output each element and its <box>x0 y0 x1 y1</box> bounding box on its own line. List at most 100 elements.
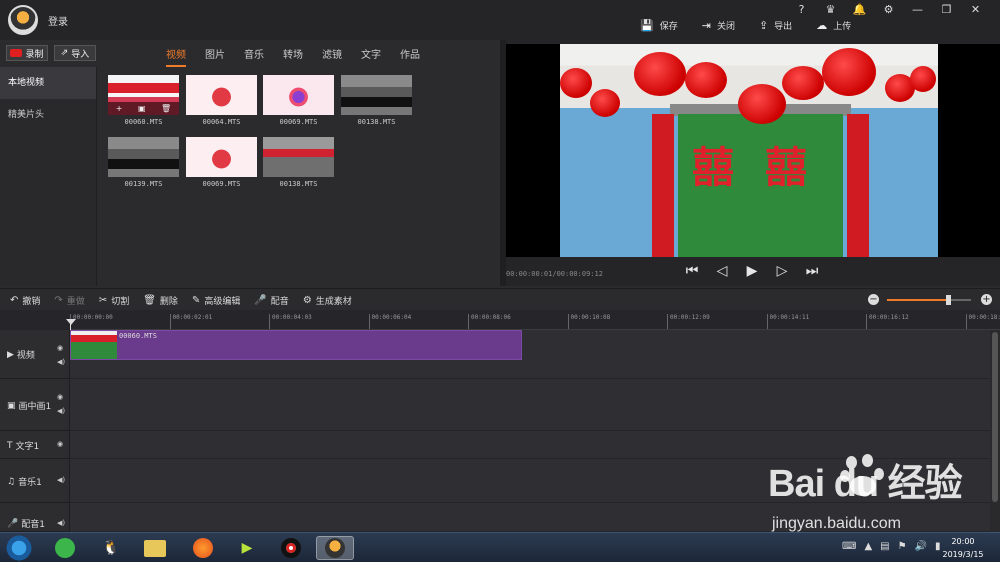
vip-icon[interactable]: ♛ <box>816 2 845 18</box>
zoom-in-icon[interactable]: + <box>981 294 992 305</box>
taskbar-app-360-icon[interactable] <box>46 536 84 560</box>
taskbar-app-recorder-icon[interactable] <box>272 536 310 560</box>
save-icon: 💾 <box>640 19 654 32</box>
paw-icon <box>840 454 886 498</box>
ruler-tick: 00:00:14:11 <box>766 314 809 329</box>
lantern <box>910 66 936 92</box>
tab-transition[interactable]: 转场 <box>283 46 303 67</box>
timeline-toolbar: ↶ 撤销 ↷ 重做 ✂ 切割 🗑 删除 ✎ 高级编辑 🎤 配音 ⚙ 生成素材 − + <box>0 288 1000 310</box>
generate-material-button[interactable]: ⚙ 生成素材 <box>303 294 352 307</box>
transport-controls: ⏮ ◁ ▶ ▷ ⏭ <box>684 263 834 279</box>
zoom-knob[interactable] <box>946 295 951 305</box>
video-lane[interactable]: 00060.MTS <box>70 330 990 379</box>
add-icon[interactable]: + <box>116 104 123 113</box>
step-forward-icon[interactable]: ▷ <box>774 263 790 279</box>
lantern <box>782 66 824 100</box>
timeline-scrollbar[interactable] <box>990 330 1000 532</box>
minimize-icon[interactable]: — <box>903 2 932 18</box>
undo-button[interactable]: ↶ 撤销 <box>10 294 40 307</box>
video-editor-window: 登录 ? ♛ 🔔 ⚙ — ❐ ✕ 💾 保存 ⇥ 关闭 ⇪ 导出 ☁ 上传 录制 ⇗ 导入 … <box>0 0 1000 562</box>
pip-icon[interactable]: ▣ <box>138 104 146 113</box>
play-icon[interactable]: ▶ <box>744 263 760 279</box>
tab-image[interactable]: 图片 <box>205 46 225 67</box>
flag-icon[interactable]: ⚑ <box>898 541 907 552</box>
close-window-icon[interactable]: ✕ <box>961 2 990 18</box>
eye-icon[interactable]: ◉ <box>57 440 63 448</box>
pip-lane[interactable] <box>70 379 990 431</box>
volume-icon[interactable]: ◀) <box>57 519 65 527</box>
tab-filter[interactable]: 滤镜 <box>322 46 342 67</box>
maximize-icon[interactable]: ❐ <box>932 2 961 18</box>
tab-text[interactable]: 文字 <box>361 46 381 67</box>
help-icon[interactable]: ? <box>787 2 816 18</box>
media-thumbnail[interactable]: 00138.MTS <box>263 137 334 188</box>
login-link[interactable]: 登录 <box>48 13 68 28</box>
advanced-edit-button[interactable]: ✎ 高级编辑 <box>192 294 240 307</box>
tab-works[interactable]: 作品 <box>400 46 420 67</box>
cut-button[interactable]: ✂ 切割 <box>99 294 129 307</box>
settings-icon[interactable]: ⚙ <box>874 2 903 18</box>
import-icon: ⇗ <box>60 48 69 58</box>
upload-button[interactable]: ☁ 上传 <box>816 19 851 32</box>
zoom-out-icon[interactable]: − <box>868 294 879 305</box>
preview-screen[interactable]: 囍 囍 <box>506 44 1000 257</box>
zoom-track[interactable] <box>887 295 971 305</box>
keyboard-icon[interactable]: ⌨ <box>842 541 856 552</box>
eye-icon[interactable]: ◉ <box>57 393 63 401</box>
step-back-icon[interactable]: ◁ <box>714 263 730 279</box>
tab-music[interactable]: 音乐 <box>244 46 264 67</box>
import-button[interactable]: ⇗ 导入 <box>54 45 96 61</box>
thumbnail-caption: 00060.MTS <box>124 118 163 126</box>
tray-up-icon[interactable]: ▲ <box>864 541 872 552</box>
speaker-icon[interactable]: 🔊 <box>915 541 927 552</box>
media-thumbnail[interactable]: 00138.MTS <box>341 75 412 126</box>
delete-button[interactable]: 🗑 删除 <box>143 294 178 307</box>
export-button[interactable]: ⇪ 导出 <box>759 19 792 32</box>
volume-icon[interactable]: ◀) <box>57 358 65 366</box>
notification-icon[interactable]: 🔔 <box>845 2 874 18</box>
sidebar-item-local-video[interactable]: 本地视频 <box>0 67 96 99</box>
playhead-handle[interactable] <box>66 319 76 325</box>
lantern <box>685 62 727 98</box>
trash-icon[interactable]: 🗑 <box>161 104 171 113</box>
window-controls: ? ♛ 🔔 ⚙ — ❐ ✕ <box>787 2 990 18</box>
thumbnail-caption: 00138.MTS <box>357 118 396 126</box>
skip-end-icon[interactable]: ⏭ <box>804 263 820 279</box>
start-button[interactable] <box>4 534 34 562</box>
system-clock[interactable]: 20:00 2019/3/15 <box>938 535 988 561</box>
timeline-ruler[interactable]: 00:00:00:00 00:00:02:01 00:00:04:03 00:00:0… <box>70 310 1000 330</box>
taskbar-app-qq-icon[interactable]: 🐧 <box>92 536 130 560</box>
dubbing-button[interactable]: 🎤 配音 <box>254 294 288 307</box>
close-project-button[interactable]: ⇥ 关闭 <box>702 19 735 32</box>
music-track-icon: ♫ <box>7 476 16 487</box>
thumbnail-tools: + ▣ 🗑 <box>108 102 179 115</box>
library-sidebar: 本地视频 精美片头 <box>0 67 97 286</box>
media-thumbnail[interactable]: 00064.MTS <box>186 75 257 126</box>
skip-start-icon[interactable]: ⏮ <box>684 263 700 279</box>
save-button[interactable]: 💾 保存 <box>640 19 678 32</box>
media-thumbnail[interactable]: 00139.MTS <box>108 137 179 188</box>
dub-track-icon: 🎤 <box>7 518 19 529</box>
taskbar-app-editor-icon[interactable] <box>316 536 354 560</box>
record-button[interactable]: 录制 <box>6 45 48 61</box>
media-thumbnail[interactable]: 00069.MTS <box>263 75 334 126</box>
redo-button[interactable]: ↷ 重做 <box>54 294 84 307</box>
eye-icon[interactable]: ◉ <box>57 344 63 352</box>
media-thumbnail[interactable]: 00069.MTS <box>186 137 257 188</box>
usb-icon[interactable]: ▤ <box>880 541 889 552</box>
ruler-tick: 00:00:04:03 <box>269 314 312 329</box>
preview-timecode: 00:00:00:01/00:00:09:12 <box>506 270 603 278</box>
sidebar-item-intro[interactable]: 精美片头 <box>0 99 96 131</box>
video-clip[interactable]: 00060.MTS <box>70 330 522 360</box>
taskbar-app-explorer-icon[interactable] <box>136 536 174 560</box>
tab-video[interactable]: 视频 <box>166 46 186 67</box>
advanced-edit-icon: ✎ <box>191 295 201 306</box>
windows-taskbar: 🐧 ▶ ⌨ ▲ ▤ ⚑ 🔊 ▮ 20:00 2019/3/15 <box>0 532 1000 562</box>
volume-icon[interactable]: ◀) <box>57 407 65 415</box>
volume-icon[interactable]: ◀) <box>57 476 65 484</box>
taskbar-app-firefox-icon[interactable] <box>184 536 222 560</box>
media-thumbnail[interactable]: + ▣ 🗑 00060.MTS <box>108 75 179 126</box>
zoom-slider[interactable]: − + <box>868 294 992 306</box>
taskbar-app-player-icon[interactable]: ▶ <box>228 536 266 560</box>
thumbnail-image <box>263 75 334 115</box>
